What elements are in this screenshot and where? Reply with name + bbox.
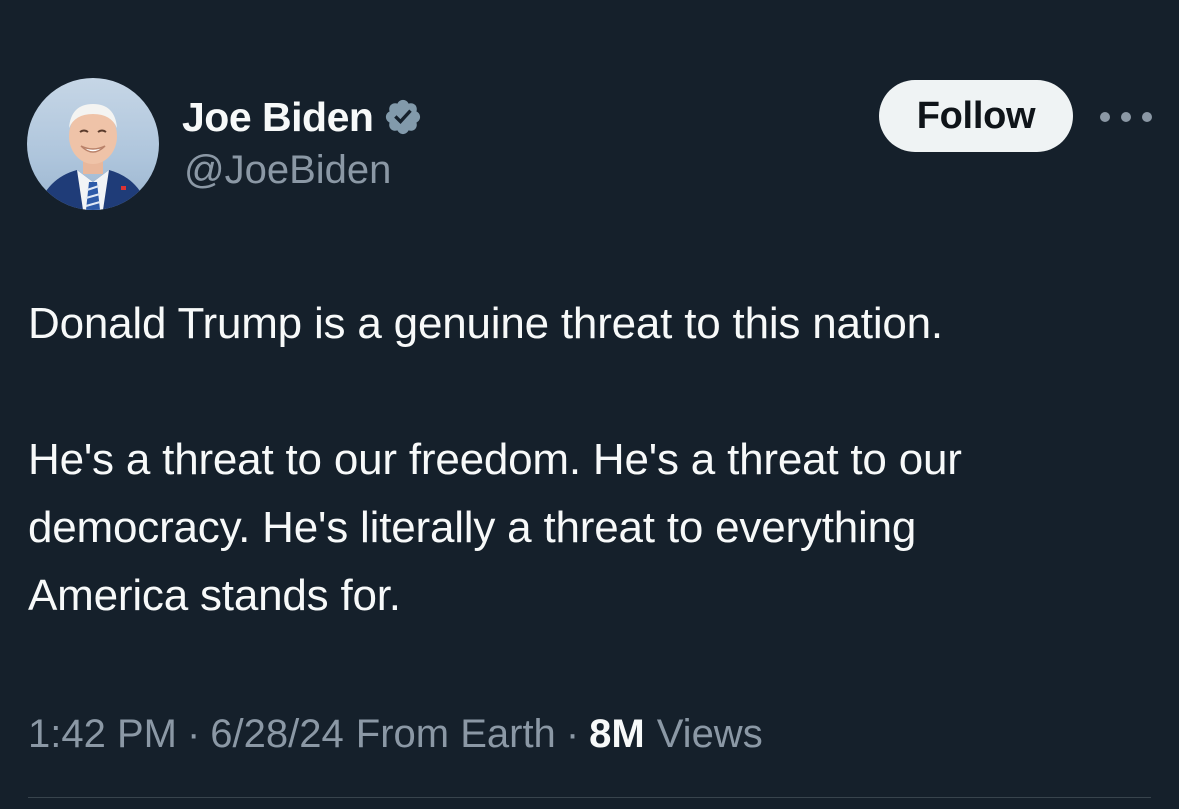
views-label: Views xyxy=(656,712,763,756)
tweet-line: He's a threat to our freedom. He's a thr… xyxy=(28,435,962,484)
author-name-row[interactable]: Joe Biden xyxy=(182,92,423,142)
follow-button[interactable]: Follow xyxy=(879,80,1073,152)
author-display-name[interactable]: Joe Biden xyxy=(182,94,374,141)
more-dot xyxy=(1100,112,1110,122)
views-count: 8M xyxy=(589,712,645,756)
more-dot xyxy=(1121,112,1131,122)
meta-separator: · xyxy=(565,712,580,756)
tweet-date[interactable]: 6/28/24 xyxy=(210,712,343,757)
profile-photo-icon xyxy=(37,104,149,210)
tweet-location: From Earth xyxy=(355,712,556,756)
more-options-icon[interactable] xyxy=(1100,106,1152,128)
tweet-text: Donald Trump is a genuine threat to this… xyxy=(28,290,1158,630)
tweet-line: democracy. He's literally a threat to ev… xyxy=(28,503,917,552)
verified-badge-icon[interactable] xyxy=(383,97,423,137)
more-dot xyxy=(1142,112,1152,122)
author-handle[interactable]: @JoeBiden xyxy=(184,148,391,193)
avatar[interactable] xyxy=(27,78,159,210)
tweet-meta: 1:42 PM · 6/28/24 From Earth · 8M Views xyxy=(28,712,763,757)
tweet-detail: Joe Biden @JoeBiden Follow Donald Trump … xyxy=(0,0,1179,809)
tweet-time[interactable]: 1:42 PM xyxy=(28,712,177,757)
tweet-paragraph: Donald Trump is a genuine threat to this… xyxy=(28,299,943,348)
divider xyxy=(28,797,1151,798)
meta-separator: · xyxy=(186,712,201,756)
tweet-line: America stands for. xyxy=(28,571,401,620)
